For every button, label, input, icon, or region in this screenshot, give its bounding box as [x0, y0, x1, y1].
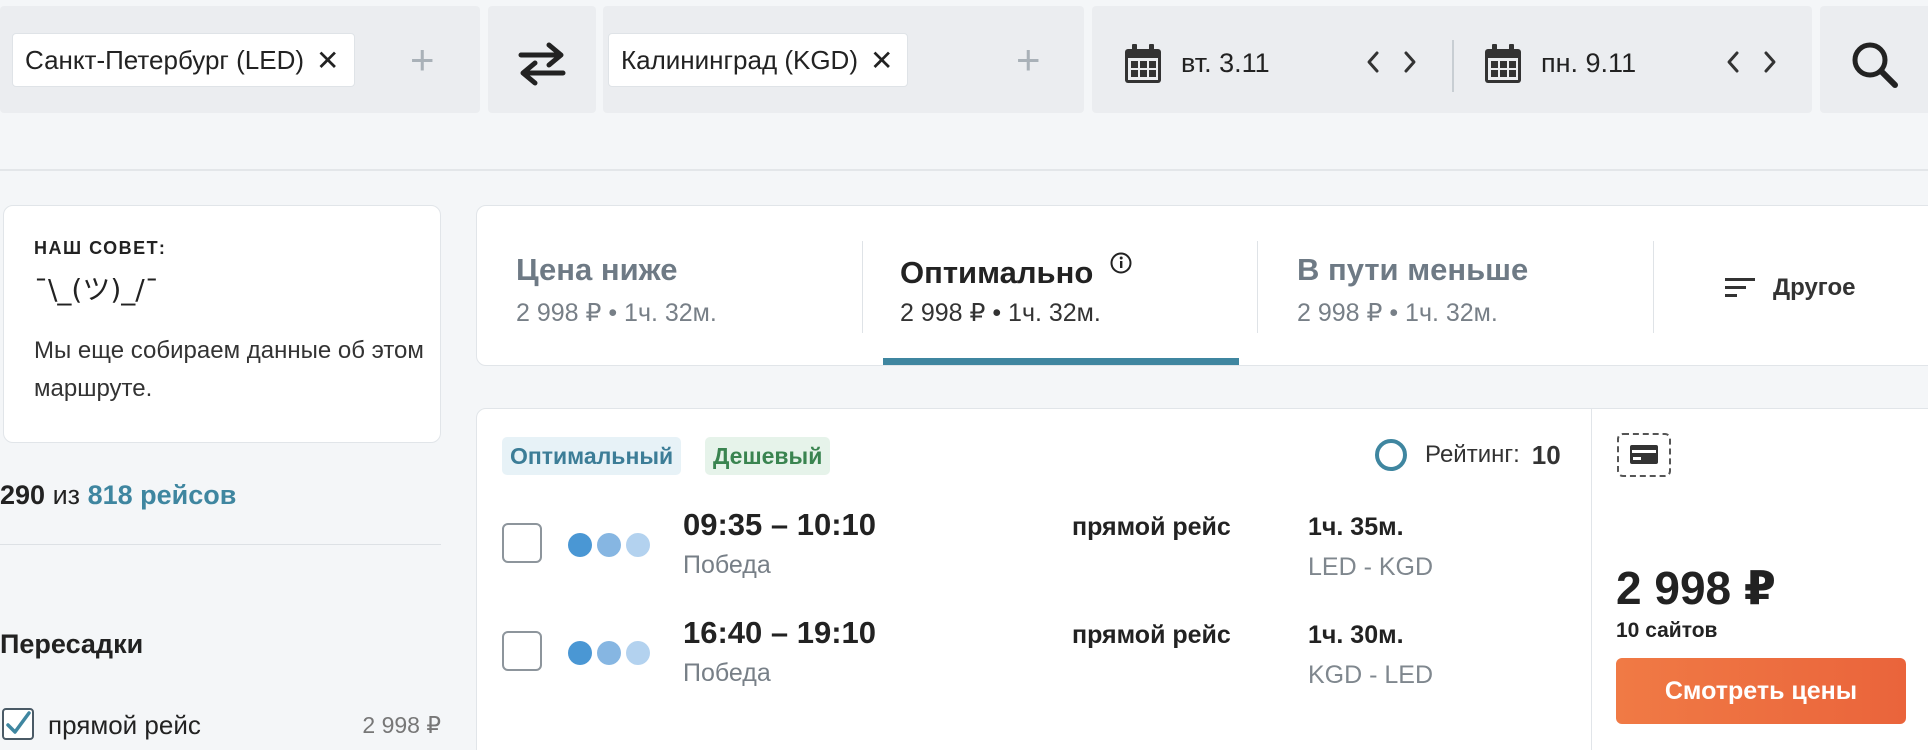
logo-dot — [568, 641, 592, 665]
baggage-icon[interactable] — [1617, 433, 1671, 477]
active-tab-indicator — [883, 358, 1239, 365]
tab-subtitle: 2 998 ₽ • 1ч. 32м. — [1297, 299, 1498, 327]
airline-logo-icon — [568, 533, 655, 562]
flight-type: прямой рейс — [1072, 513, 1231, 541]
filters-divider — [0, 544, 441, 545]
rating-ring-icon — [1375, 439, 1407, 471]
destination-field[interactable]: Калининград (KGD) ✕ + — [603, 6, 1084, 113]
badge-cheap: Дешевый — [705, 437, 831, 475]
rating-value: 10 — [1531, 439, 1561, 470]
advice-card: НАШ СОВЕТ: ¯\_(ツ)_/¯ Мы еще собираем дан… — [3, 205, 441, 443]
chevron-right-icon[interactable] — [1403, 50, 1417, 74]
results-of: из — [52, 480, 81, 510]
tab-cheapest[interactable]: Цена ниже 2 998 ₽ • 1ч. 32м. — [477, 206, 862, 365]
logo-dot — [597, 533, 621, 557]
logo-dot — [626, 533, 650, 557]
airline-name: Победа — [683, 551, 771, 579]
flight-time: 09:35 – 10:10 — [683, 507, 877, 542]
tab-subtitle: 2 998 ₽ • 1ч. 32м. — [516, 299, 717, 327]
price-divider — [1591, 409, 1592, 750]
tab-title: Цена ниже — [516, 252, 678, 287]
add-origin-icon[interactable]: + — [410, 39, 435, 81]
check-icon — [6, 711, 31, 734]
airline-name: Победа — [683, 659, 771, 687]
advice-text: Мы еще собираем данные об этом маршруте. — [34, 337, 424, 402]
flight-segment-return: 16:40 – 19:10 Победа прямой рейс 1ч. 30м… — [502, 607, 1572, 697]
view-prices-button[interactable]: Смотреть цены — [1616, 658, 1906, 724]
dates-field: вт. 3.11 пн. 9.11 — [1092, 6, 1812, 113]
add-destination-icon[interactable]: + — [1016, 39, 1041, 81]
flight-duration: 1ч. 35м. — [1308, 513, 1404, 541]
tab-subtitle: 2 998 ₽ • 1ч. 32м. — [900, 299, 1101, 327]
tab-divider — [1653, 241, 1654, 333]
origin-chip: Санкт-Петербург (LED) ✕ — [12, 33, 355, 87]
search-icon — [1852, 42, 1898, 88]
info-icon[interactable] — [1110, 252, 1132, 274]
flight-type: прямой рейс — [1072, 621, 1231, 649]
logo-dot — [568, 533, 592, 557]
close-icon[interactable]: ✕ — [870, 44, 893, 77]
flight-time: 16:40 – 19:10 — [683, 615, 877, 650]
segment-checkbox[interactable] — [502, 523, 542, 563]
swap-arrows-icon — [518, 42, 566, 86]
flight-segment-outbound: 09:35 – 10:10 Победа прямой рейс 1ч. 35м… — [502, 499, 1572, 589]
sites-count[interactable]: 10 сайтов — [1616, 619, 1717, 643]
calendar-icon[interactable] — [1124, 44, 1162, 84]
tab-optimal[interactable]: Оптимально 2 998 ₽ • 1ч. 32м. — [863, 206, 1261, 365]
origin-field[interactable]: Санкт-Петербург (LED) ✕ + — [0, 6, 480, 113]
ticket-price: 2 998 ₽ — [1616, 562, 1776, 614]
logo-dot — [597, 641, 621, 665]
direct-flight-price: 2 998 ₽ — [362, 712, 441, 738]
origin-chip-label: Санкт-Петербург (LED) — [25, 44, 305, 75]
badge-optimal: Оптимальный — [502, 437, 682, 475]
tab-title: В пути меньше — [1297, 252, 1529, 287]
search-button[interactable] — [1820, 6, 1928, 113]
other-sort-button[interactable]: Другое — [1725, 274, 1855, 302]
transfers-heading: Пересадки — [0, 629, 144, 659]
results-shown: 290 — [0, 480, 46, 510]
chevron-left-icon[interactable] — [1366, 50, 1380, 74]
rating[interactable]: Рейтинг: 10 — [1375, 439, 1561, 471]
destination-chip: Калининград (KGD) ✕ — [608, 33, 909, 87]
sort-lines-icon — [1725, 278, 1755, 297]
depart-date[interactable]: вт. 3.11 — [1181, 48, 1270, 79]
chevron-right-icon[interactable] — [1763, 50, 1777, 74]
results-total-link[interactable]: 818 рейсов — [88, 480, 237, 510]
ticket-card[interactable]: Оптимальный Дешевый Рейтинг: 10 09:35 – … — [476, 408, 1928, 750]
segment-checkbox[interactable] — [502, 631, 542, 671]
airline-logo-icon — [568, 641, 655, 670]
direct-flight-checkbox[interactable] — [2, 708, 34, 740]
header-divider — [0, 169, 1928, 171]
return-date[interactable]: пн. 9.11 — [1541, 48, 1636, 79]
advice-heading: НАШ СОВЕТ: — [34, 238, 167, 258]
results-count: 290 из 818 рейсов — [0, 480, 236, 511]
date-divider — [1452, 40, 1454, 92]
tab-fastest[interactable]: В пути меньше 2 998 ₽ • 1ч. 32м. — [1258, 206, 1648, 365]
chevron-left-icon[interactable] — [1726, 50, 1740, 74]
shrug-emoticon: ¯\_(ツ)_/¯ — [34, 273, 159, 306]
flight-duration: 1ч. 30м. — [1308, 621, 1404, 649]
calendar-icon[interactable] — [1484, 44, 1522, 84]
sort-tabs: Цена ниже 2 998 ₽ • 1ч. 32м. Оптимально … — [476, 205, 1928, 366]
flight-route: KGD - LED — [1308, 661, 1434, 689]
rating-label: Рейтинг: — [1425, 441, 1520, 468]
flight-route: LED - KGD — [1308, 553, 1434, 581]
direct-flight-label: прямой рейс — [48, 710, 201, 740]
other-sort-label: Другое — [1773, 274, 1856, 301]
swap-button[interactable] — [488, 6, 596, 113]
logo-dot — [626, 641, 650, 665]
close-icon[interactable]: ✕ — [316, 44, 339, 77]
tab-title: Оптимально — [900, 252, 1132, 291]
filter-direct-flight[interactable]: прямой рейс 2 998 ₽ — [0, 708, 441, 744]
tab-title-text: Оптимально — [900, 255, 1094, 290]
card-icon — [1630, 445, 1658, 464]
destination-chip-label: Калининград (KGD) — [621, 44, 858, 75]
